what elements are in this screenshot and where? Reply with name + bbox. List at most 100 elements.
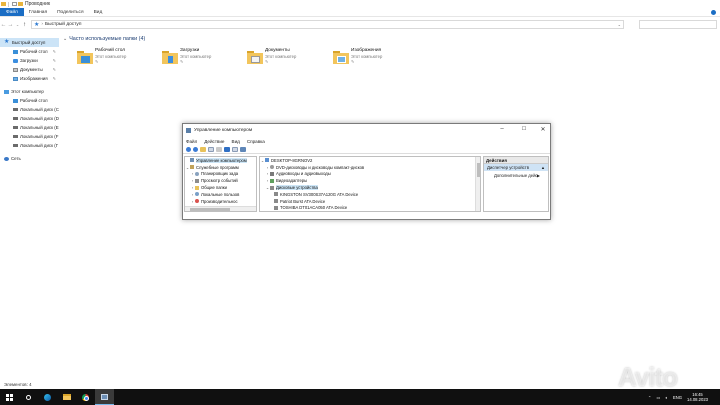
frequent-folders-header[interactable]: ⌄ Часто используемые папки (4) [63, 36, 145, 42]
taskbar-edge[interactable] [38, 389, 57, 405]
tab-share[interactable]: Поделиться [52, 8, 89, 16]
tree-item[interactable]: › Аудиовходы и аудиовыходы [260, 171, 480, 178]
tree-label: Управление компьютером [196, 157, 247, 163]
menu-view[interactable]: Вид [232, 139, 240, 144]
folder-tile-downloads[interactable]: Загрузки Этот компьютер ✎ [162, 48, 242, 70]
horizontal-scrollbar[interactable] [185, 206, 256, 211]
help-icon[interactable] [711, 10, 716, 15]
taskbar-explorer[interactable] [57, 389, 76, 405]
nav-this-pc[interactable]: Этот компьютер [0, 87, 59, 96]
tab-file[interactable]: Файл [0, 8, 24, 16]
nav-network[interactable]: Сеть [0, 154, 59, 163]
volume-icon[interactable]: 🔈︎ [665, 395, 668, 400]
forward-icon[interactable] [193, 146, 198, 152]
properties-icon[interactable] [216, 146, 222, 152]
pin-icon: ✎ [52, 76, 56, 81]
tree-item[interactable]: › DVD-дисководы и дисководы компакт-диск… [260, 164, 480, 171]
disk-drive-icon [274, 192, 278, 197]
nav-item-drive-e[interactable]: Локальный диск (E [0, 123, 59, 132]
nav-item-drive-g[interactable]: Локальный диск (Г [0, 141, 59, 150]
address-path[interactable]: Быстрый доступ [45, 22, 81, 27]
chevron-down-icon[interactable]: ⌄ [63, 36, 67, 42]
star-icon: ★ [34, 22, 40, 28]
close-icon[interactable]: ✕ [539, 126, 547, 133]
nav-item-pictures[interactable]: Изображения ✎ [0, 74, 59, 83]
vertical-scrollbar[interactable] [475, 157, 480, 211]
forward-arrow-icon[interactable]: → [7, 22, 14, 28]
computer-icon [265, 158, 269, 163]
computer-management-icon [190, 158, 194, 163]
tree-item[interactable]: › Общие папки [185, 184, 256, 191]
clock[interactable]: 16:45 14.08.2023 [687, 392, 708, 402]
up-folder-icon[interactable] [200, 146, 206, 152]
menu-file[interactable]: Файл [186, 139, 197, 144]
taskbar-computer-management[interactable] [95, 389, 114, 405]
actions-header: Действия [484, 157, 548, 164]
tree-item[interactable]: › Просмотр событий [185, 177, 256, 184]
new-folder-icon[interactable] [18, 2, 23, 6]
tab-view[interactable]: Вид [89, 8, 108, 16]
tree-item[interactable]: ⌄ Дисковые устройства [260, 184, 480, 191]
taskbar-chrome[interactable] [76, 389, 95, 405]
folder-tile-documents[interactable]: Документы Этот компьютер ✎ [247, 48, 327, 70]
nav-quick-access[interactable]: ★ Быстрый доступ [0, 38, 59, 47]
chevron-down-icon[interactable]: ⌄ [618, 22, 621, 27]
help-icon[interactable] [224, 146, 230, 152]
tree-item[interactable]: › Видеоадаптеры [260, 177, 480, 184]
tree-label: Производительнос [201, 198, 238, 204]
collapse-triangle-icon[interactable]: ▲ [541, 165, 545, 170]
nav-item-drive-f[interactable]: Локальный диск (F [0, 132, 59, 141]
nav-item-drive-d[interactable]: Локальный диск (D [0, 114, 59, 123]
maximize-icon[interactable]: ☐ [520, 126, 528, 132]
pin-icon: ✎ [180, 59, 184, 64]
network-icon [4, 156, 9, 161]
tree-item[interactable]: ⌄ DESKTOP-8GRNOV2 [260, 157, 480, 164]
start-button[interactable] [0, 389, 19, 405]
tree-label: Просмотр событий [201, 178, 238, 184]
tree-item[interactable]: Patriot Burst ATA Device [260, 198, 480, 205]
users-icon [195, 192, 199, 197]
menu-action[interactable]: Действие [204, 139, 224, 144]
actions-group-device-manager[interactable]: Диспетчер устройств ▲ [484, 164, 548, 171]
monitor-icon[interactable] [240, 146, 246, 152]
show-hidden-icons-icon[interactable]: ⌃ [648, 395, 652, 400]
back-arrow-icon[interactable]: ← [0, 22, 7, 28]
tree-item[interactable]: Управление компьютером [185, 157, 256, 164]
recent-locations-chevron-icon[interactable]: ⌄ [14, 22, 21, 27]
clock-icon [195, 171, 199, 176]
tree-item[interactable]: TOSHIBA DT01ACA050 ATA Device [260, 205, 480, 211]
actions-group-label: Диспетчер устройств [487, 165, 530, 170]
console-icon[interactable] [232, 146, 238, 152]
nav-item-desktop[interactable]: Рабочий стол ✎ [0, 47, 59, 56]
more-actions-label: Дополнительные дейс [494, 172, 538, 178]
tree-item[interactable]: › Производительнос [185, 198, 256, 205]
address-bar[interactable]: ★ › Быстрый доступ ⌄ [31, 20, 624, 29]
up-arrow-icon[interactable]: ↑ [21, 22, 28, 28]
nav-item-downloads[interactable]: Загрузки ✎ [0, 56, 59, 65]
folder-tile-desktop[interactable]: Рабочий стол Этот компьютер ✎ [77, 48, 157, 70]
more-actions-item[interactable]: Дополнительные дейс ▶ [484, 171, 548, 179]
actions-pane: Действия Диспетчер устройств ▲ Дополните… [483, 156, 549, 212]
tab-home[interactable]: Главная [24, 8, 52, 16]
menu-help[interactable]: Справка [247, 139, 265, 144]
nav-item-pc-desktop[interactable]: Рабочий стол [0, 96, 59, 105]
show-hide-tree-icon[interactable] [208, 146, 214, 152]
tree-item[interactable]: ⌄ Служебные программ [185, 164, 256, 171]
checkmark-icon[interactable] [12, 2, 17, 6]
minimize-icon[interactable]: – [498, 126, 506, 132]
search-input[interactable] [639, 20, 717, 29]
nav-item-drive-c[interactable]: Локальный диск (C [0, 105, 59, 114]
explorer-title-bar: Проводник [0, 0, 720, 8]
folder-tile-pictures[interactable]: Изображения Этот компьютер ✎ [333, 48, 413, 70]
network-icon[interactable]: ▭ [656, 395, 660, 400]
tree-item[interactable]: › Планировщик зада [185, 171, 256, 178]
input-language[interactable]: ENG [673, 395, 682, 400]
tree-item[interactable]: › Локальные пользов [185, 191, 256, 198]
mmc-menu-bar: Файл Действие Вид Справка [183, 137, 550, 145]
nav-item-documents[interactable]: Документы ✎ [0, 65, 59, 74]
chrome-icon [82, 393, 89, 401]
search-button[interactable] [19, 389, 38, 405]
taskbar: ⌃ ▭ 🔈︎ ENG 16:45 14.08.2023 [0, 389, 720, 405]
back-icon[interactable] [186, 146, 191, 152]
tree-item[interactable]: KINGSTON SV300S37A120G ATA Device [260, 191, 480, 198]
